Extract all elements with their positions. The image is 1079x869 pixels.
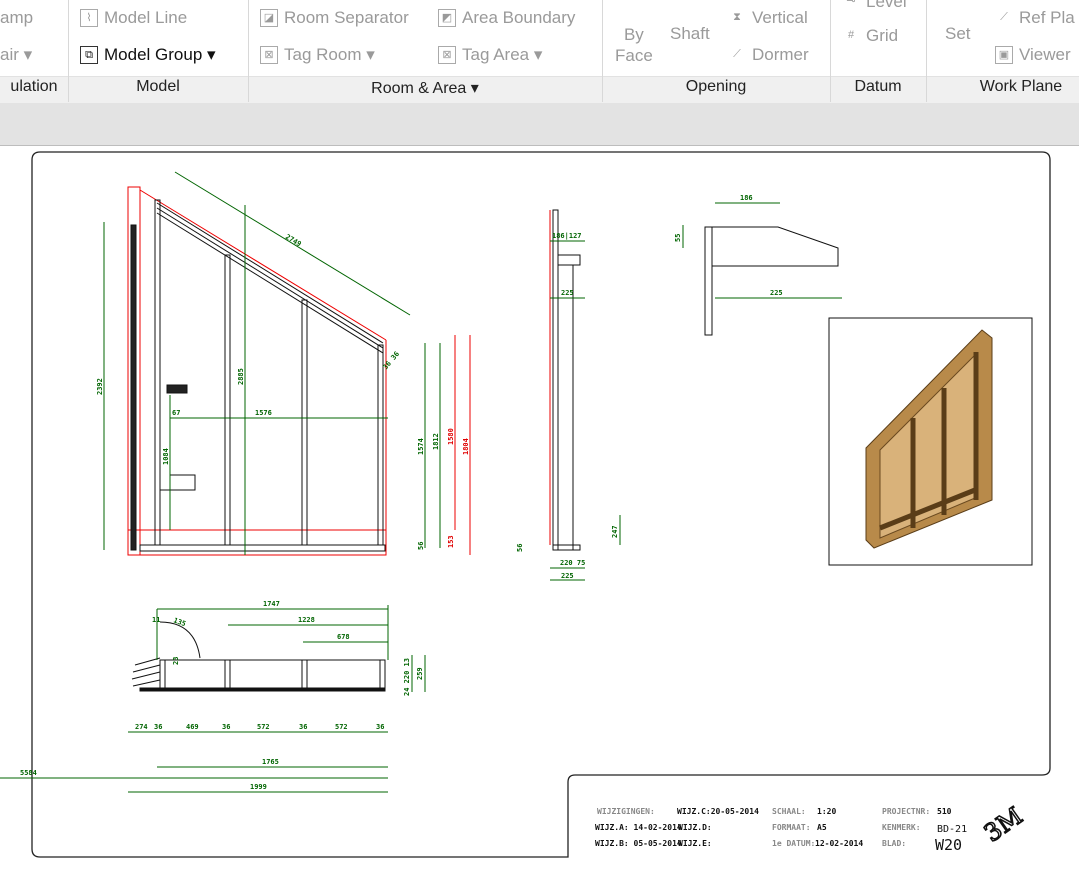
dim-2885: 2885 xyxy=(237,368,245,385)
blad-label: BLAD: xyxy=(882,839,906,848)
kenmerk-value: BD-21 xyxy=(937,824,967,835)
dim-1576: 1576 xyxy=(255,409,272,417)
formaat-value: A5 xyxy=(817,823,827,832)
dim-2392: 2392 xyxy=(96,378,104,395)
dim-56b: 56 xyxy=(516,544,524,552)
plan-dim-row: 274 36 469 36 572 36 572 36 xyxy=(135,723,384,731)
dim-36: 36 36 xyxy=(381,350,401,371)
dim-row-2: 469 xyxy=(186,723,199,731)
dim-1574: 1574 xyxy=(417,438,425,455)
wijz-b: WIJZ.B: 05-05-2014 xyxy=(595,839,682,848)
dim-186-127: 186|127 xyxy=(552,232,582,241)
schaal-value: 1:20 xyxy=(817,807,836,816)
datum-value: 12-02-2014 xyxy=(815,839,863,848)
dim-225b: 225 xyxy=(561,572,574,580)
section-view xyxy=(549,209,621,581)
company-logo: 3M xyxy=(978,801,1028,848)
wijz-a: WIJZ.A: 14-02-2014 xyxy=(595,823,682,832)
datum-label: 1e DATUM: xyxy=(772,839,815,848)
dim-1084: 1084 xyxy=(162,448,170,465)
svg-text:3M: 3M xyxy=(979,802,1028,848)
dim-row-5: 36 xyxy=(299,723,307,731)
wijz-d: WIJZ.D: xyxy=(678,823,712,832)
dim-row-7: 36 xyxy=(376,723,384,731)
dim-135: 135 xyxy=(172,616,187,628)
dim-23: 23 xyxy=(172,657,180,665)
projectnr-value: 510 xyxy=(937,807,952,816)
dim-1812: 1812 xyxy=(432,433,440,450)
dim-11: 11 xyxy=(152,616,160,624)
sheet-canvas[interactable]: 2392 2885 2749 1576 67 1084 36 36 1574 1… xyxy=(0,0,1079,869)
dim-67: 67 xyxy=(172,409,180,417)
dim-1580: 1580 xyxy=(447,428,455,445)
dim-220-75: 220 75 xyxy=(560,559,585,567)
dim-1228: 1228 xyxy=(298,616,315,624)
dim-row-6: 572 xyxy=(335,723,348,731)
dim-225c: 225 xyxy=(770,289,783,297)
dim-56: 56 xyxy=(417,542,425,550)
dim-2749: 2749 xyxy=(284,233,303,249)
dim-5584: 5584 xyxy=(20,769,37,777)
blad-value: W20 xyxy=(935,836,962,854)
dim-678: 678 xyxy=(337,633,350,641)
wijz-e: WIJZ.E: xyxy=(678,839,712,848)
dim-row-4: 572 xyxy=(257,723,270,731)
detail-view xyxy=(682,202,842,336)
kenmerk-label: KENMERK: xyxy=(882,823,921,832)
dim-side: 24 220 13 xyxy=(403,658,411,696)
elevation-dimensions xyxy=(103,171,471,555)
dim-row-1: 36 xyxy=(154,723,162,731)
elevation-view xyxy=(127,186,387,556)
dim-225: 225 xyxy=(561,289,574,297)
wijzigingen-label: WIJZIGINGEN: xyxy=(597,807,655,816)
plan-view xyxy=(0,605,426,793)
title-block: WIJZIGINGEN: WIJZ.C:20-05-2014 WIJZ.A: 1… xyxy=(595,801,1028,854)
dim-247: 247 xyxy=(611,525,619,538)
wijz-c: WIJZ.C:20-05-2014 xyxy=(677,807,759,816)
formaat-label: FORMAAT: xyxy=(772,823,811,832)
dim-186: 186 xyxy=(740,194,753,202)
dim-153: 153 xyxy=(447,535,455,548)
dim-55: 55 xyxy=(674,234,682,242)
schaal-label: SCHAAL: xyxy=(772,807,806,816)
dim-row-0: 274 xyxy=(135,723,148,731)
dim-1765: 1765 xyxy=(262,758,279,766)
projectnr-label: PROJECTNR: xyxy=(882,807,930,816)
dim-1747: 1747 xyxy=(263,600,280,608)
dim-259: 259 xyxy=(416,667,424,680)
dim-row-3: 36 xyxy=(222,723,230,731)
3d-view[interactable] xyxy=(828,317,1033,566)
dim-1804: 1804 xyxy=(462,438,470,455)
dim-1999: 1999 xyxy=(250,783,267,791)
